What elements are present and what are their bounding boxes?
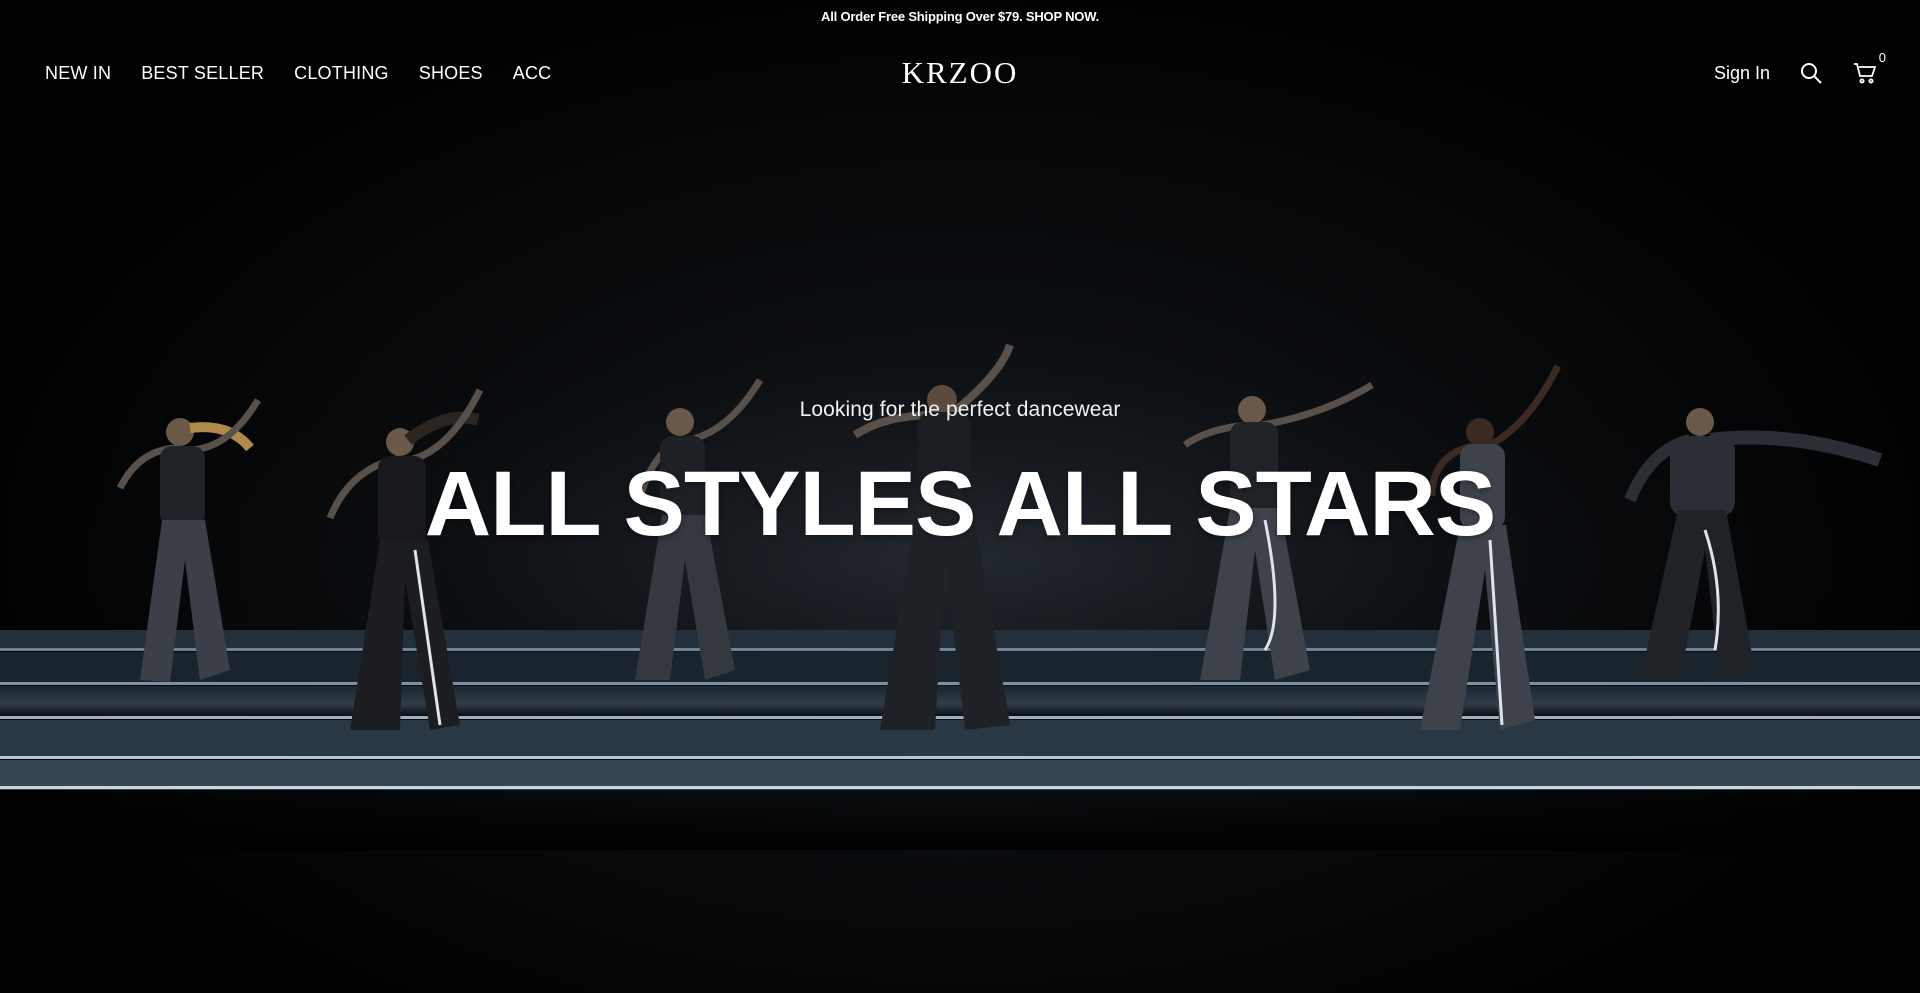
main-nav: NEW IN BEST SELLER CLOTHING SHOES ACC [45,33,551,113]
hero-title: ALL STYLES ALL STARS [424,453,1496,555]
search-icon[interactable] [1798,60,1824,86]
hero-subtitle: Looking for the perfect dancewear [799,398,1121,421]
hero-banner[interactable]: Looking for the perfect dancewear ALL ST… [0,0,1920,993]
site-header: NEW IN BEST SELLER CLOTHING SHOES ACC KR… [0,33,1920,113]
brand-logo[interactable]: KRZOO [902,55,1019,91]
header-tools: Sign In 0 [1714,33,1886,113]
nav-item-best-seller[interactable]: BEST SELLER [141,63,264,84]
cart-count: 0 [1878,50,1886,65]
nav-item-shoes[interactable]: SHOES [419,63,483,84]
cart-icon[interactable]: 0 [1852,50,1886,86]
nav-item-clothing[interactable]: CLOTHING [294,63,389,84]
announcement-bar[interactable]: All Order Free Shipping Over $79. SHOP N… [0,0,1920,33]
nav-item-new-in[interactable]: NEW IN [45,63,111,84]
sign-in-link[interactable]: Sign In [1714,63,1770,84]
nav-item-acc[interactable]: ACC [513,63,552,84]
